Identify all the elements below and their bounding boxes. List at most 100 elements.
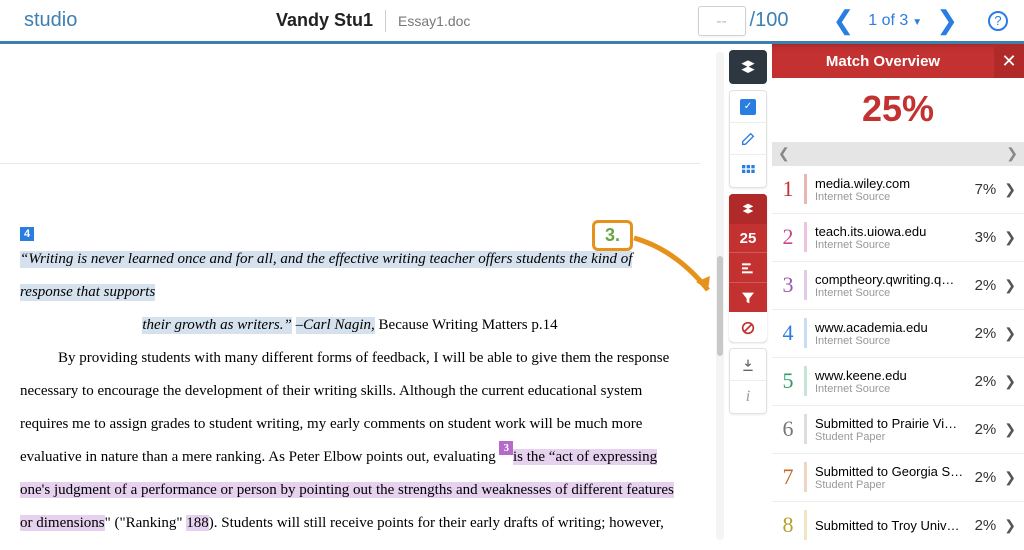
overall-percentage: 25%: [772, 78, 1024, 142]
excluded-button[interactable]: [729, 312, 767, 342]
help-button[interactable]: ?: [988, 11, 1008, 31]
brand-logo: studio: [8, 9, 276, 32]
source-text: www.academia.eduInternet Source: [815, 320, 971, 347]
source-color-bar: [804, 414, 807, 444]
layers-icon: [740, 59, 756, 75]
panel-close-button[interactable]: ✕: [994, 44, 1024, 78]
source-number: 7: [776, 464, 800, 490]
source-name: www.keene.edu: [815, 368, 971, 383]
rubric-button[interactable]: [730, 155, 766, 187]
body-text: By providing students with many differen…: [20, 342, 680, 547]
similarity-toolbar: 25: [729, 194, 767, 342]
source-type: Student Paper: [815, 479, 971, 491]
similarity-score-button[interactable]: 25: [729, 224, 767, 252]
source-type: Internet Source: [815, 239, 971, 251]
source-number: 8: [776, 512, 800, 538]
source-number: 1: [776, 176, 800, 202]
source-row[interactable]: 1media.wiley.comInternet Source7%❯: [772, 166, 1024, 214]
scrollbar[interactable]: [716, 52, 724, 540]
highlight-blue: –Carl Nagin,: [296, 317, 375, 334]
panel-header: Match Overview ✕: [772, 44, 1024, 78]
caret-down-icon: ▼: [912, 17, 922, 28]
source-row[interactable]: 3comptheory.qwriting.q…Internet Source2%…: [772, 262, 1024, 310]
panel-title: Match Overview: [772, 53, 994, 70]
source-name: Submitted to Troy Univ…: [815, 518, 971, 533]
download-button[interactable]: [730, 349, 766, 381]
highlight-purple: 188: [186, 515, 209, 531]
source-row[interactable]: 5www.keene.eduInternet Source2%❯: [772, 358, 1024, 406]
subbar-next[interactable]: ❯: [1006, 145, 1018, 162]
chevron-right-icon: ❯: [1004, 325, 1016, 342]
source-text: media.wiley.comInternet Source: [815, 176, 971, 203]
source-text: Submitted to Prairie Vi…Student Paper: [815, 416, 971, 443]
source-row[interactable]: 2teach.its.uiowa.eduInternet Source3%❯: [772, 214, 1024, 262]
separator: [385, 10, 386, 32]
layers-button[interactable]: [729, 50, 767, 84]
source-type: Internet Source: [815, 191, 971, 203]
source-percent: 2%: [975, 517, 997, 534]
source-number: 4: [776, 320, 800, 346]
source-percent: 3%: [975, 229, 997, 246]
prev-paper-button[interactable]: ❮: [818, 5, 868, 36]
source-name: teach.its.uiowa.edu: [815, 224, 971, 239]
source-name: comptheory.qwriting.q…: [815, 272, 971, 287]
all-sources-button[interactable]: [729, 252, 767, 282]
scrollbar-thumb[interactable]: [717, 256, 723, 356]
match-marker-3[interactable]: 3: [499, 441, 513, 455]
bars-icon: [740, 260, 756, 276]
student-name: Vandy Stu1: [276, 10, 373, 31]
source-type: Student Paper: [815, 431, 971, 443]
source-name: Submitted to Prairie Vi…: [815, 416, 971, 431]
source-color-bar: [804, 174, 807, 204]
source-list: 1media.wiley.comInternet Source7%❯2teach…: [772, 166, 1024, 547]
source-row[interactable]: 7Submitted to Georgia S…Student Paper2%❯: [772, 454, 1024, 502]
similarity-layers-button[interactable]: [729, 194, 767, 224]
match-marker-4[interactable]: 4: [20, 227, 34, 241]
next-paper-button[interactable]: ❯: [922, 5, 972, 36]
pencil-icon: [740, 131, 756, 147]
source-percent: 2%: [975, 325, 997, 342]
source-text: Submitted to Georgia S…Student Paper: [815, 464, 971, 491]
subbar-prev[interactable]: ❮: [778, 145, 790, 162]
paper-nav-dropdown[interactable]: 1 of 3▼: [868, 12, 922, 30]
source-type: Internet Source: [815, 383, 971, 395]
filter-button[interactable]: [729, 282, 767, 312]
tool-group-misc: i: [729, 348, 767, 414]
source-color-bar: [804, 318, 807, 348]
file-name: Essay1.doc: [398, 13, 470, 29]
info-button[interactable]: i: [730, 381, 766, 413]
source-number: 3: [776, 272, 800, 298]
source-row[interactable]: 6Submitted to Prairie Vi…Student Paper2%…: [772, 406, 1024, 454]
chevron-right-icon: ❯: [1004, 373, 1016, 390]
quote-rest: their growth as writers.” –Carl Nagin, B…: [20, 309, 680, 342]
match-overview-panel: Match Overview ✕ 25% ❮ ❯ 1 media.wiley.co…: [772, 44, 1024, 547]
layers-icon: [740, 201, 756, 217]
source-row[interactable]: 8Submitted to Troy Univ…2%❯: [772, 502, 1024, 547]
checkmark-icon: ✓: [740, 99, 756, 115]
grade-input[interactable]: --: [698, 6, 746, 36]
top-bar: studio Vandy Stu1 Essay1.doc -- /100 ❮ 1…: [0, 0, 1024, 44]
body-segment: " ("Ranking": [105, 515, 187, 531]
source-row[interactable]: 4www.academia.eduInternet Source2%❯: [772, 310, 1024, 358]
source-color-bar: [804, 462, 807, 492]
document-viewport[interactable]: 4 “Writing is never learned once and for…: [0, 44, 724, 547]
quickmark-button[interactable]: ✓: [730, 91, 766, 123]
source-color-bar: [804, 222, 807, 252]
source-name: Submitted to Georgia S…: [815, 464, 971, 479]
chevron-right-icon: ❯: [1004, 277, 1016, 294]
tool-column: ✓ 25: [724, 44, 772, 547]
main: 4 “Writing is never learned once and for…: [0, 44, 1024, 547]
grade-total: /100: [750, 9, 789, 32]
source-name: www.academia.edu: [815, 320, 971, 335]
close-icon: ✕: [1001, 51, 1016, 72]
chevron-right-icon: ❯: [1004, 469, 1016, 486]
highlight-blue: “Writing is never learned once and for a…: [20, 251, 632, 301]
source-percent: 2%: [975, 469, 997, 486]
source-type: Internet Source: [815, 287, 971, 299]
source-type: Internet Source: [815, 335, 971, 347]
source-number: 2: [776, 224, 800, 250]
grid-icon: [740, 163, 756, 179]
comment-button[interactable]: [730, 123, 766, 155]
source-color-bar: [804, 366, 807, 396]
source-text: www.keene.eduInternet Source: [815, 368, 971, 395]
